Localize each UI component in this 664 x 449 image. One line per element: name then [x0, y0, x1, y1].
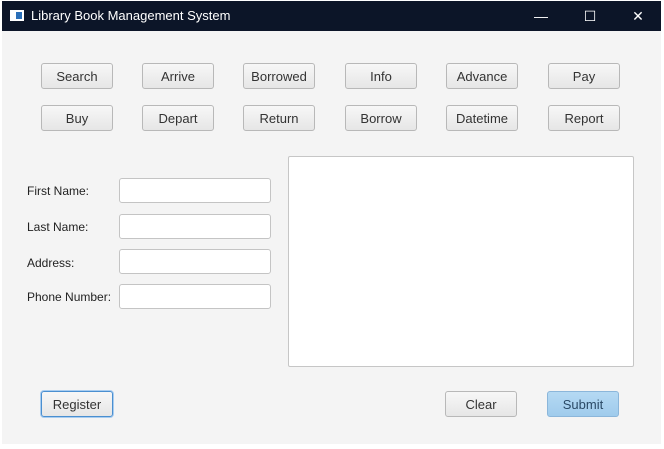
- window-title: Library Book Management System: [31, 8, 231, 23]
- arrive-button[interactable]: Arrive: [142, 63, 214, 89]
- app-window: Library Book Management System — ☐ ✕ Sea…: [2, 1, 661, 444]
- report-button[interactable]: Report: [548, 105, 620, 131]
- phone-number-field[interactable]: [119, 284, 271, 309]
- datetime-button[interactable]: Datetime: [446, 105, 518, 131]
- app-icon: [10, 10, 24, 21]
- submit-button[interactable]: Submit: [547, 391, 619, 417]
- address-field[interactable]: [119, 249, 271, 274]
- close-button[interactable]: ✕: [615, 1, 661, 31]
- address-label: Address:: [27, 256, 75, 270]
- first-name-field[interactable]: [119, 178, 271, 203]
- last-name-label: Last Name:: [27, 220, 89, 234]
- borrowed-button[interactable]: Borrowed: [243, 63, 315, 89]
- first-name-label: First Name:: [27, 184, 90, 198]
- last-name-field[interactable]: [119, 214, 271, 239]
- maximize-button[interactable]: ☐: [567, 1, 613, 31]
- return-button[interactable]: Return: [243, 105, 315, 131]
- phone-number-label: Phone Number:: [27, 290, 112, 304]
- clear-button[interactable]: Clear: [445, 391, 517, 417]
- borrow-button[interactable]: Borrow: [345, 105, 417, 131]
- title-bar: Library Book Management System — ☐ ✕: [2, 1, 661, 31]
- depart-button[interactable]: Depart: [142, 105, 214, 131]
- buy-button[interactable]: Buy: [41, 105, 113, 131]
- search-button[interactable]: Search: [41, 63, 113, 89]
- register-button[interactable]: Register: [41, 391, 113, 417]
- output-text-area[interactable]: [288, 156, 634, 367]
- pay-button[interactable]: Pay: [548, 63, 620, 89]
- info-button[interactable]: Info: [345, 63, 417, 89]
- minimize-button[interactable]: —: [518, 1, 564, 31]
- advance-button[interactable]: Advance: [446, 63, 518, 89]
